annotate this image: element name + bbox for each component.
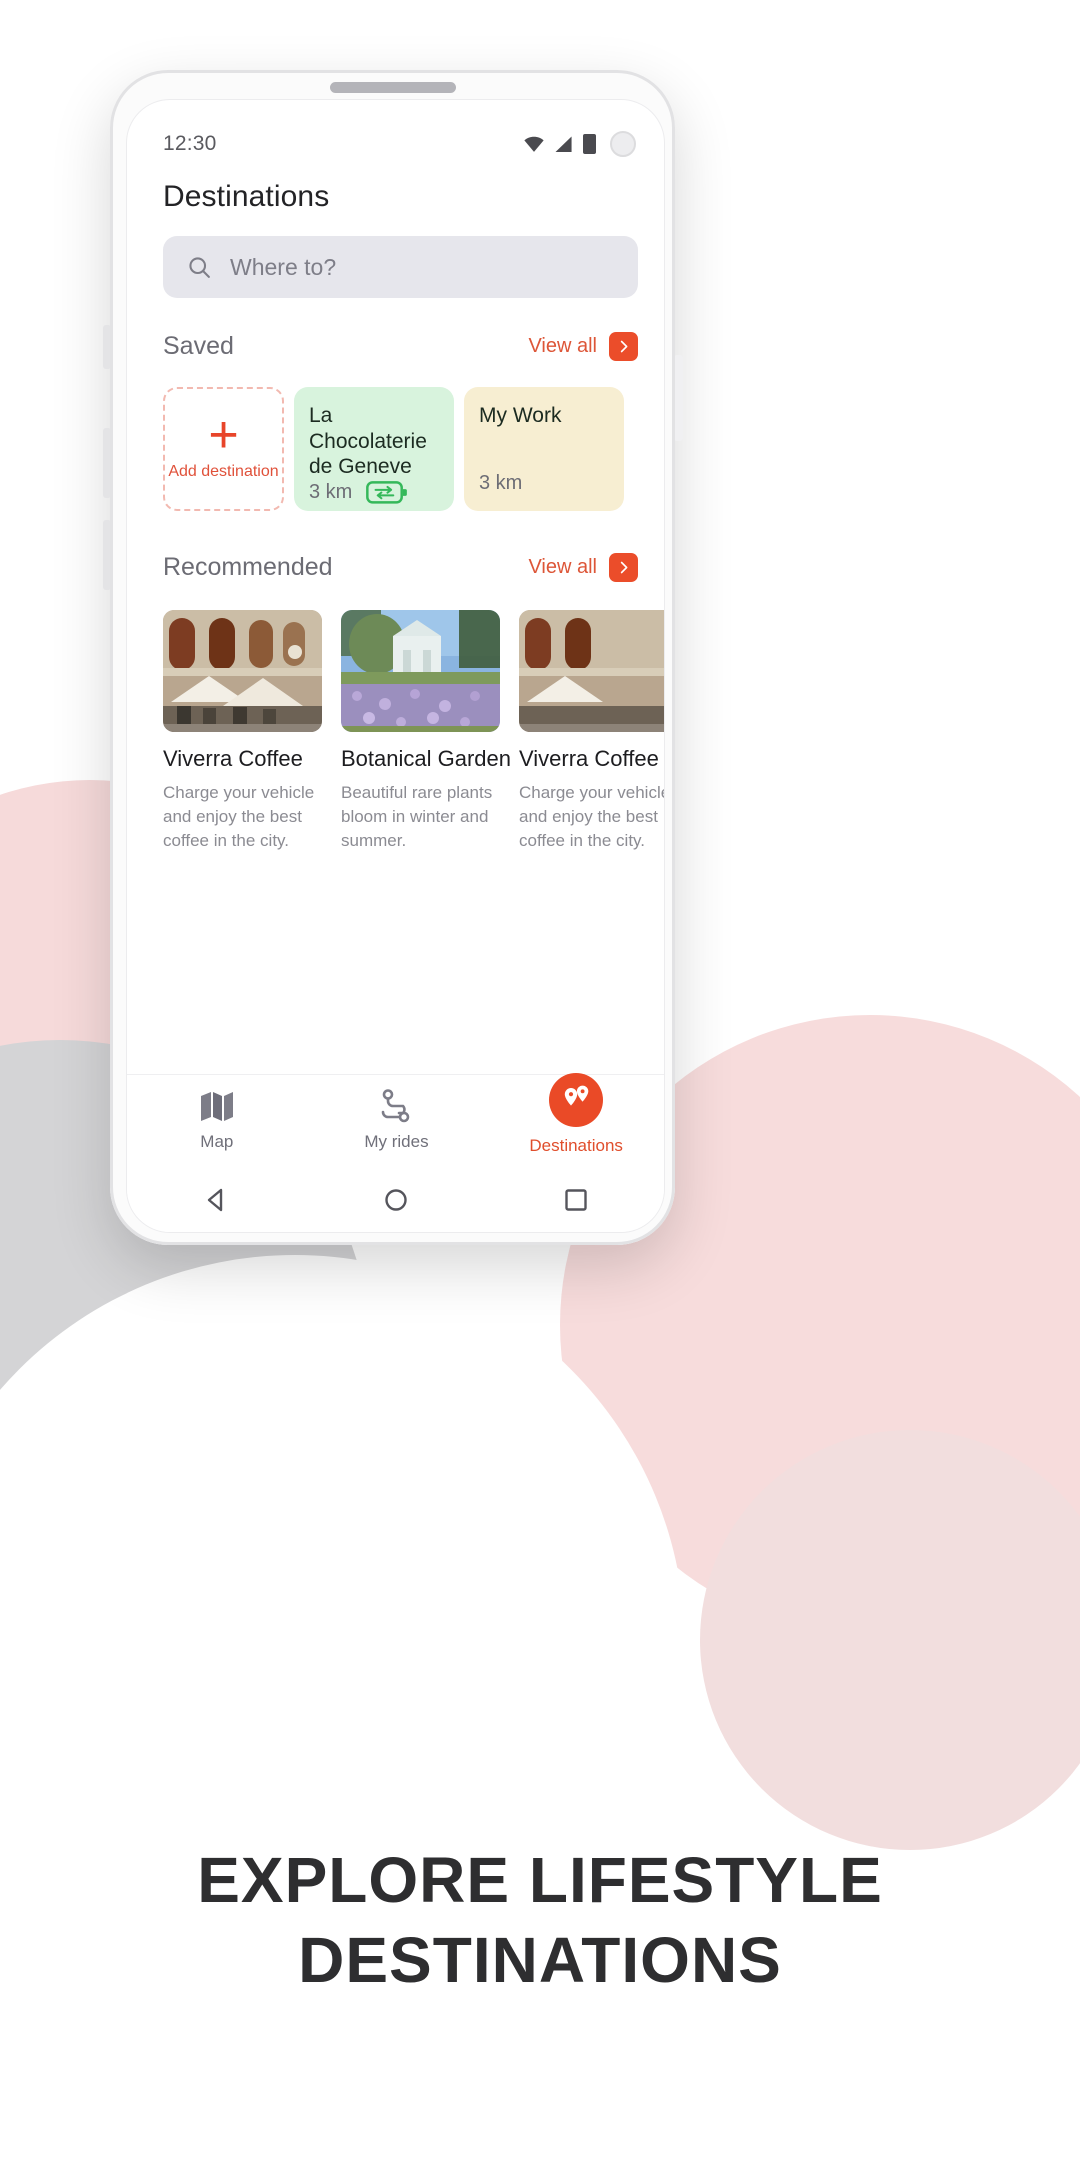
android-system-bar [127, 1166, 664, 1232]
recommended-card[interactable]: Viverra Coffee Charge your vehicle and e… [163, 610, 322, 853]
search-input[interactable]: Where to? [163, 236, 638, 298]
home-circle-icon[interactable] [383, 1187, 409, 1213]
recommended-card-description: Charge your vehicle and enjoy the best c… [163, 783, 315, 851]
recommended-card[interactable]: Viverra Coffee Charge your vehicle and e… [519, 610, 665, 853]
back-triangle-icon[interactable] [204, 1187, 230, 1213]
chevron-right-icon [609, 332, 638, 361]
recommended-card[interactable]: Botanical Garden Beautiful rare plants b… [341, 610, 511, 853]
phone-speaker [329, 82, 456, 93]
section-header-recommended: Recommended View all [163, 553, 638, 582]
saved-card-footer: 3 km [479, 472, 609, 495]
saved-card-footer: 3 km [309, 480, 439, 505]
status-icon-group [523, 131, 636, 157]
section-title-recommended: Recommended [163, 553, 333, 581]
map-pins-icon [549, 1073, 604, 1127]
status-bar: 12:30 [127, 120, 664, 168]
nav-label-my-rides: My rides [364, 1132, 429, 1151]
recommended-card-title: Botanical Garden [341, 746, 511, 771]
caption-block: EXPLORE LIFESTYLE DESTINATIONS [0, 1840, 1080, 2000]
signal-icon [555, 135, 572, 152]
phone-screen: 12:30 Destinations Where to? Saved View … [126, 99, 665, 1233]
battery-swap-icon [366, 480, 408, 504]
view-all-recommended-button[interactable]: View all [528, 553, 638, 582]
cafe-terrace-photo [163, 610, 322, 732]
page-title: Destinations [163, 180, 330, 213]
nav-label-map: Map [200, 1132, 234, 1151]
search-icon [189, 256, 210, 278]
screenshot-root: 12:30 Destinations Where to? Saved View … [0, 0, 1080, 2160]
recommended-card-title: Viverra Coffee [519, 746, 659, 771]
camera-icon [610, 131, 636, 157]
map-icon [200, 1092, 233, 1121]
nav-item-my-rides[interactable]: My rides [336, 1089, 456, 1152]
saved-card-name: La Chocolaterie de Geneve [309, 404, 427, 479]
section-title-saved: Saved [163, 332, 234, 360]
saved-card[interactable]: La Chocolaterie de Geneve 3 km [294, 387, 454, 511]
view-all-saved-button[interactable]: View all [528, 332, 638, 361]
view-all-saved-label: View all [528, 335, 597, 357]
caption-line-1: EXPLORE LIFESTYLE [197, 1844, 883, 1916]
bottom-navigation: Map My rides Destinations [127, 1073, 664, 1166]
saved-card-name: My Work [479, 404, 562, 427]
section-header-saved: Saved View all [163, 332, 638, 361]
cafe-terrace-photo [519, 610, 664, 732]
saved-card[interactable]: My Work 3 km [464, 387, 624, 511]
wifi-icon [524, 136, 544, 152]
add-destination-label: Add destination [168, 463, 279, 480]
recommended-cards-row[interactable]: Viverra Coffee Charge your vehicle and e… [127, 610, 665, 853]
plus-icon: + [208, 406, 239, 464]
add-destination-card[interactable]: + Add destination [163, 387, 284, 511]
view-all-recommended-label: View all [528, 556, 597, 578]
battery-icon [583, 134, 596, 154]
caption-line-2: DESTINATIONS [298, 1924, 782, 1996]
saved-card-distance: 3 km [309, 480, 353, 503]
greenhouse-garden-photo [341, 610, 500, 732]
nav-item-destinations[interactable]: Destinations [516, 1073, 636, 1156]
recommended-card-description: Charge your vehicle and enjoy the best c… [519, 783, 665, 851]
recommended-card-description: Beautiful rare plants bloom in winter an… [341, 783, 493, 851]
search-placeholder: Where to? [230, 253, 337, 280]
chevron-right-icon [609, 553, 638, 582]
saved-cards-row[interactable]: + Add destination La Chocolaterie de Gen… [127, 387, 664, 511]
saved-card-distance: 3 km [479, 472, 523, 494]
recents-square-icon[interactable] [563, 1187, 589, 1213]
recommended-card-title: Viverra Coffee [163, 746, 303, 771]
status-clock: 12:30 [163, 132, 217, 155]
phone-frame: 12:30 Destinations Where to? Saved View … [110, 70, 675, 1245]
route-icon [382, 1089, 410, 1123]
phone-button-power[interactable] [674, 355, 683, 441]
nav-label-destinations: Destinations [529, 1136, 623, 1155]
nav-item-map[interactable]: Map [157, 1089, 277, 1152]
app-content: Destinations Where to? Saved View all + … [127, 168, 665, 1232]
